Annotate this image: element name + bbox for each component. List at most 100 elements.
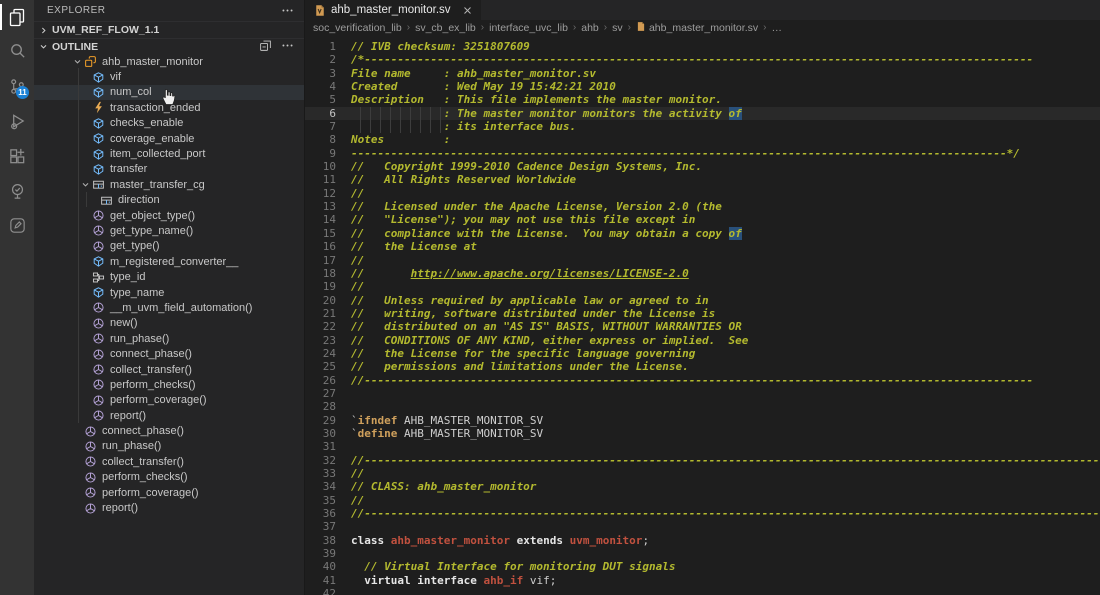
- line-number[interactable]: 42: [305, 587, 336, 595]
- line-number[interactable]: 20: [305, 294, 336, 307]
- code-line-31[interactable]: 31: [305, 440, 1100, 453]
- line-number[interactable]: 29: [305, 414, 336, 427]
- breadcrumb-item[interactable]: interface_uvc_lib: [489, 22, 568, 34]
- breadcrumb-item[interactable]: …: [771, 22, 782, 34]
- line-number[interactable]: 14: [305, 213, 336, 226]
- line-number[interactable]: 27: [305, 387, 336, 400]
- section-uvm-ref-flow[interactable]: UVM_REF_FLOW_1.1: [34, 21, 304, 38]
- outline-item-connect_phase[interactable]: connect_phase(): [34, 346, 304, 361]
- line-number[interactable]: 13: [305, 200, 336, 213]
- line-number[interactable]: 34: [305, 480, 336, 493]
- code-line-19[interactable]: 19//: [305, 280, 1100, 293]
- outline-item-report[interactable]: report(): [34, 408, 304, 423]
- line-number[interactable]: 28: [305, 400, 336, 413]
- breadcrumb-item[interactable]: sv_cb_ex_lib: [415, 22, 476, 34]
- code-line-30[interactable]: 30`define AHB_MASTER_MONITOR_SV: [305, 427, 1100, 440]
- line-number[interactable]: 33: [305, 467, 336, 480]
- line-number[interactable]: 35: [305, 494, 336, 507]
- line-number[interactable]: 2: [305, 53, 336, 66]
- outline-item-master_transfer_cg[interactable]: master_transfer_cg: [34, 177, 304, 192]
- line-number[interactable]: 24: [305, 347, 336, 360]
- line-number[interactable]: 6: [305, 107, 336, 120]
- code-line-26[interactable]: 26//------------------------------------…: [305, 374, 1100, 387]
- line-number[interactable]: 21: [305, 307, 336, 320]
- code-line-39[interactable]: 39: [305, 547, 1100, 560]
- explorer-icon[interactable]: [0, 0, 34, 34]
- outline-item-coverage_enable[interactable]: coverage_enable: [34, 131, 304, 146]
- outline-item-item_collected_port[interactable]: item_collected_port: [34, 146, 304, 161]
- testing-icon[interactable]: [0, 174, 34, 208]
- code-line-37[interactable]: 37: [305, 520, 1100, 533]
- outline-item-perform_coverage[interactable]: perform_coverage(): [34, 393, 304, 408]
- close-icon[interactable]: [463, 6, 472, 15]
- outline-item-checks_enable[interactable]: checks_enable: [34, 116, 304, 131]
- code-line-36[interactable]: 36//------------------------------------…: [305, 507, 1100, 520]
- line-number[interactable]: 10: [305, 160, 336, 173]
- code-line-1[interactable]: 1// IVB checksum: 3251807609: [305, 40, 1100, 53]
- outline-more-actions-icon[interactable]: [281, 39, 294, 55]
- line-number[interactable]: 32: [305, 454, 336, 467]
- line-number[interactable]: 38: [305, 534, 336, 547]
- code-line-3[interactable]: 3File name : ahb_master_monitor.sv: [305, 67, 1100, 80]
- breadcrumb-item[interactable]: ahb_master_monitor.sv: [636, 21, 758, 35]
- code-line-29[interactable]: 29`ifndef AHB_MASTER_MONITOR_SV: [305, 414, 1100, 427]
- code-line-27[interactable]: 27: [305, 387, 1100, 400]
- outline-item-ahb_master_monitor[interactable]: ahb_master_monitor: [34, 54, 304, 69]
- line-number[interactable]: 26: [305, 374, 336, 387]
- code-line-35[interactable]: 35//: [305, 494, 1100, 507]
- code-line-11[interactable]: 11// All Rights Reserved Worldwide: [305, 173, 1100, 186]
- outline-item-connect_phase[interactable]: connect_phase(): [34, 423, 304, 438]
- code-editor[interactable]: 1// IVB checksum: 32518076092/*---------…: [305, 40, 1100, 595]
- outline-item-get_object_type[interactable]: get_object_type(): [34, 208, 304, 223]
- code-line-4[interactable]: 4Created : Wed May 19 15:42:21 2010: [305, 80, 1100, 93]
- line-number[interactable]: 36: [305, 507, 336, 520]
- code-line-23[interactable]: 23// CONDITIONS OF ANY KIND, either expr…: [305, 334, 1100, 347]
- line-number[interactable]: 19: [305, 280, 336, 293]
- outline-item-report[interactable]: report(): [34, 500, 304, 515]
- code-line-20[interactable]: 20// Unless required by applicable law o…: [305, 294, 1100, 307]
- code-line-5[interactable]: 5Description : This file implements the …: [305, 93, 1100, 106]
- outline-item-perform_checks[interactable]: perform_checks(): [34, 470, 304, 485]
- line-number[interactable]: 40: [305, 560, 336, 573]
- code-line-25[interactable]: 25// permissions and limitations under t…: [305, 360, 1100, 373]
- outline-item-run_phase[interactable]: run_phase(): [34, 331, 304, 346]
- code-line-28[interactable]: 28: [305, 400, 1100, 413]
- outline-item-collect_transfer[interactable]: collect_transfer(): [34, 454, 304, 469]
- outline-item-perform_coverage[interactable]: perform_coverage(): [34, 485, 304, 500]
- search-icon[interactable]: [0, 34, 34, 68]
- line-number[interactable]: 11: [305, 173, 336, 186]
- line-number[interactable]: 30: [305, 427, 336, 440]
- line-number[interactable]: 3: [305, 67, 336, 80]
- line-number[interactable]: 39: [305, 547, 336, 560]
- code-line-40[interactable]: 40 // Virtual Interface for monitoring D…: [305, 560, 1100, 573]
- line-number[interactable]: 5: [305, 93, 336, 106]
- outline-item-collect_transfer[interactable]: collect_transfer(): [34, 362, 304, 377]
- code-line-10[interactable]: 10// Copyright 1999-2010 Cadence Design …: [305, 160, 1100, 173]
- outline-item-run_phase[interactable]: run_phase(): [34, 439, 304, 454]
- outline-item-type_id[interactable]: type_id: [34, 269, 304, 284]
- line-number[interactable]: 8: [305, 133, 336, 146]
- code-line-8[interactable]: 8Notes :: [305, 133, 1100, 146]
- outline-item-vif[interactable]: vif: [34, 69, 304, 84]
- outline-item-m_registered_converter__[interactable]: m_registered_converter__: [34, 254, 304, 269]
- outline-item-get_type[interactable]: get_type(): [34, 239, 304, 254]
- code-line-14[interactable]: 14// "License"); you may not use this fi…: [305, 213, 1100, 226]
- line-number[interactable]: 18: [305, 267, 336, 280]
- code-line-33[interactable]: 33//: [305, 467, 1100, 480]
- outline-item-type_name[interactable]: type_name: [34, 285, 304, 300]
- line-number[interactable]: 1: [305, 40, 336, 53]
- code-line-16[interactable]: 16// the License at: [305, 240, 1100, 253]
- code-line-15[interactable]: 15// compliance with the License. You ma…: [305, 227, 1100, 240]
- code-line-22[interactable]: 22// distributed on an "AS IS" BASIS, WI…: [305, 320, 1100, 333]
- chevron-down-icon[interactable]: [81, 180, 92, 189]
- line-number[interactable]: 9: [305, 147, 336, 160]
- line-number[interactable]: 4: [305, 80, 336, 93]
- code-line-17[interactable]: 17//: [305, 254, 1100, 267]
- code-line-38[interactable]: 38class ahb_master_monitor extends uvm_m…: [305, 534, 1100, 547]
- breadcrumb-item[interactable]: sv: [612, 22, 623, 34]
- code-line-12[interactable]: 12//: [305, 187, 1100, 200]
- notebook-icon[interactable]: [0, 208, 34, 242]
- section-outline[interactable]: OUTLINE: [34, 38, 304, 54]
- line-number[interactable]: 22: [305, 320, 336, 333]
- code-line-41[interactable]: 41 virtual interface ahb_if vif;: [305, 574, 1100, 587]
